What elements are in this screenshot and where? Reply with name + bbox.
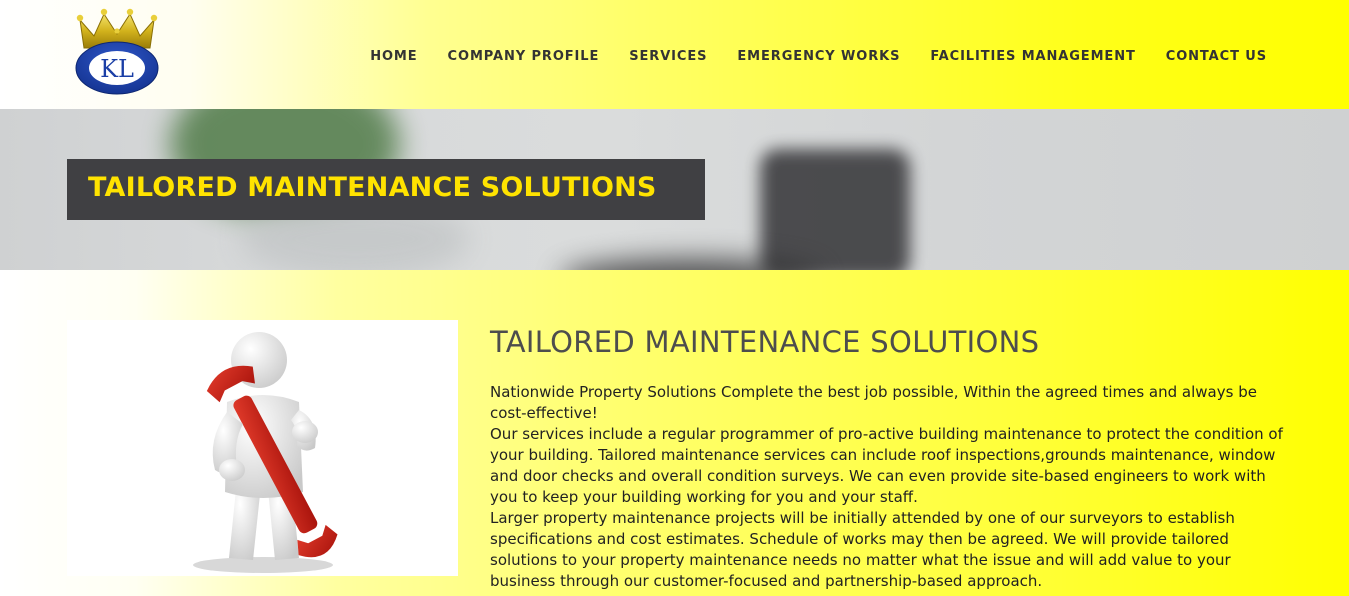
logo-text: KL bbox=[100, 55, 134, 83]
content-paragraph: Our services include a regular programme… bbox=[490, 425, 1283, 506]
content-paragraph: Larger property maintenance projects wil… bbox=[490, 509, 1235, 590]
site-header: KL HOME COMPANY PROFILE SERVICES EMERGEN… bbox=[0, 0, 1349, 109]
nav-facilities-management[interactable]: FACILITIES MANAGEMENT bbox=[930, 49, 1135, 65]
nav-company-profile[interactable]: COMPANY PROFILE bbox=[448, 49, 600, 65]
nav-contact-us[interactable]: CONTACT US bbox=[1166, 49, 1267, 65]
maintenance-illustration bbox=[67, 320, 458, 576]
content-body: Nationwide Property Solutions Complete t… bbox=[490, 382, 1290, 592]
page-banner: TAILORED MAINTENANCE SOLUTIONS bbox=[0, 109, 1349, 270]
banner-title: TAILORED MAINTENANCE SOLUTIONS bbox=[88, 172, 657, 203]
wrench-figure-illustration bbox=[193, 332, 338, 573]
banner-blur-object bbox=[760, 149, 910, 270]
nav-home[interactable]: HOME bbox=[370, 49, 417, 65]
content-paragraph: Nationwide Property Solutions Complete t… bbox=[490, 383, 1257, 422]
main-nav: HOME COMPANY PROFILE SERVICES EMERGENCY … bbox=[340, 49, 1267, 65]
nav-services[interactable]: SERVICES bbox=[629, 49, 707, 65]
banner-title-box: TAILORED MAINTENANCE SOLUTIONS bbox=[67, 159, 705, 220]
crown-icon: KL bbox=[75, 8, 159, 95]
main-content: TAILORED MAINTENANCE SOLUTIONS Nationwid… bbox=[0, 270, 1349, 596]
content-heading: TAILORED MAINTENANCE SOLUTIONS bbox=[490, 325, 1040, 359]
nav-emergency-works[interactable]: EMERGENCY WORKS bbox=[737, 49, 900, 65]
site-logo[interactable]: KL bbox=[70, 6, 164, 98]
